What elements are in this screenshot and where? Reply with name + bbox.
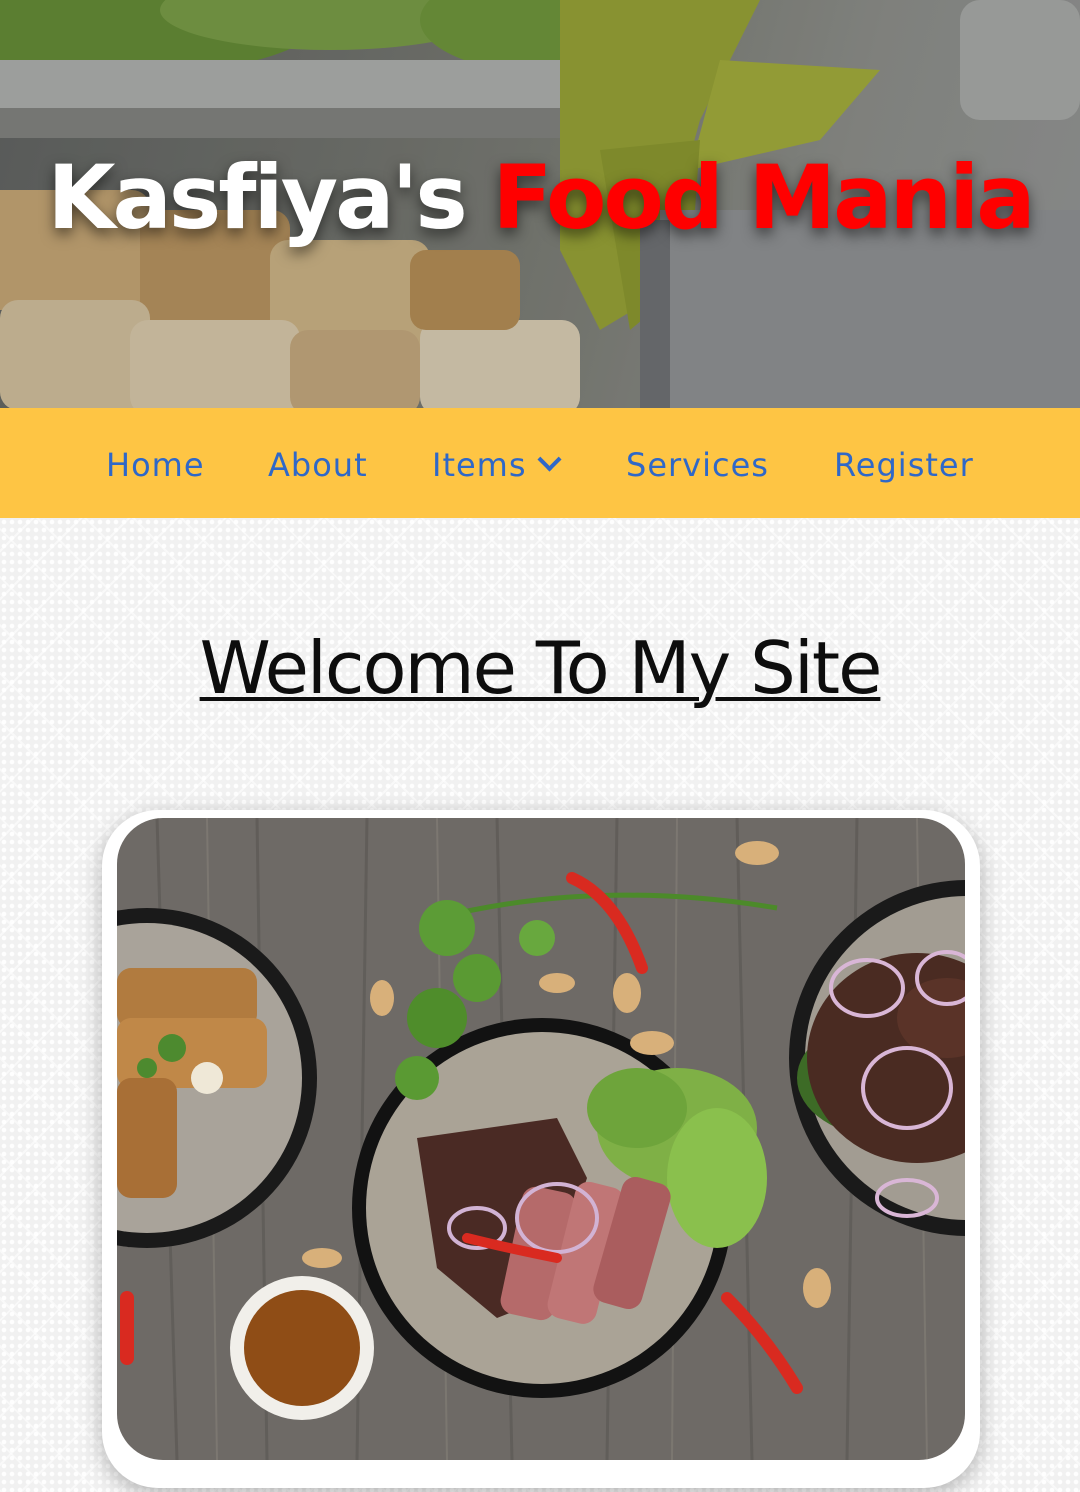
hero-header: Kasfiya's Food Mania — [0, 0, 1080, 408]
featured-image-card — [102, 810, 980, 1488]
welcome-heading: Welcome To My Site — [199, 626, 883, 710]
featured-food-image — [117, 818, 965, 1460]
site-title-accent: Food Mania — [492, 146, 1035, 249]
site-title: Kasfiya's Food Mania — [0, 149, 1080, 247]
food-bowls-illustration — [117, 818, 965, 1460]
nav-about-link[interactable]: About — [268, 446, 368, 484]
nav-items-dropdown[interactable]: Items — [432, 446, 562, 484]
main-nav: Home About Items Services Register — [0, 408, 1080, 518]
nav-register-link[interactable]: Register — [834, 446, 974, 484]
chevron-down-icon — [536, 447, 562, 472]
site-title-name: Kasfiya's — [47, 146, 467, 249]
nav-items-label: Items — [432, 446, 527, 484]
main-content: Welcome To My Site — [0, 518, 1080, 1492]
nav-services-link[interactable]: Services — [626, 446, 769, 484]
nav-home-link[interactable]: Home — [106, 446, 205, 484]
